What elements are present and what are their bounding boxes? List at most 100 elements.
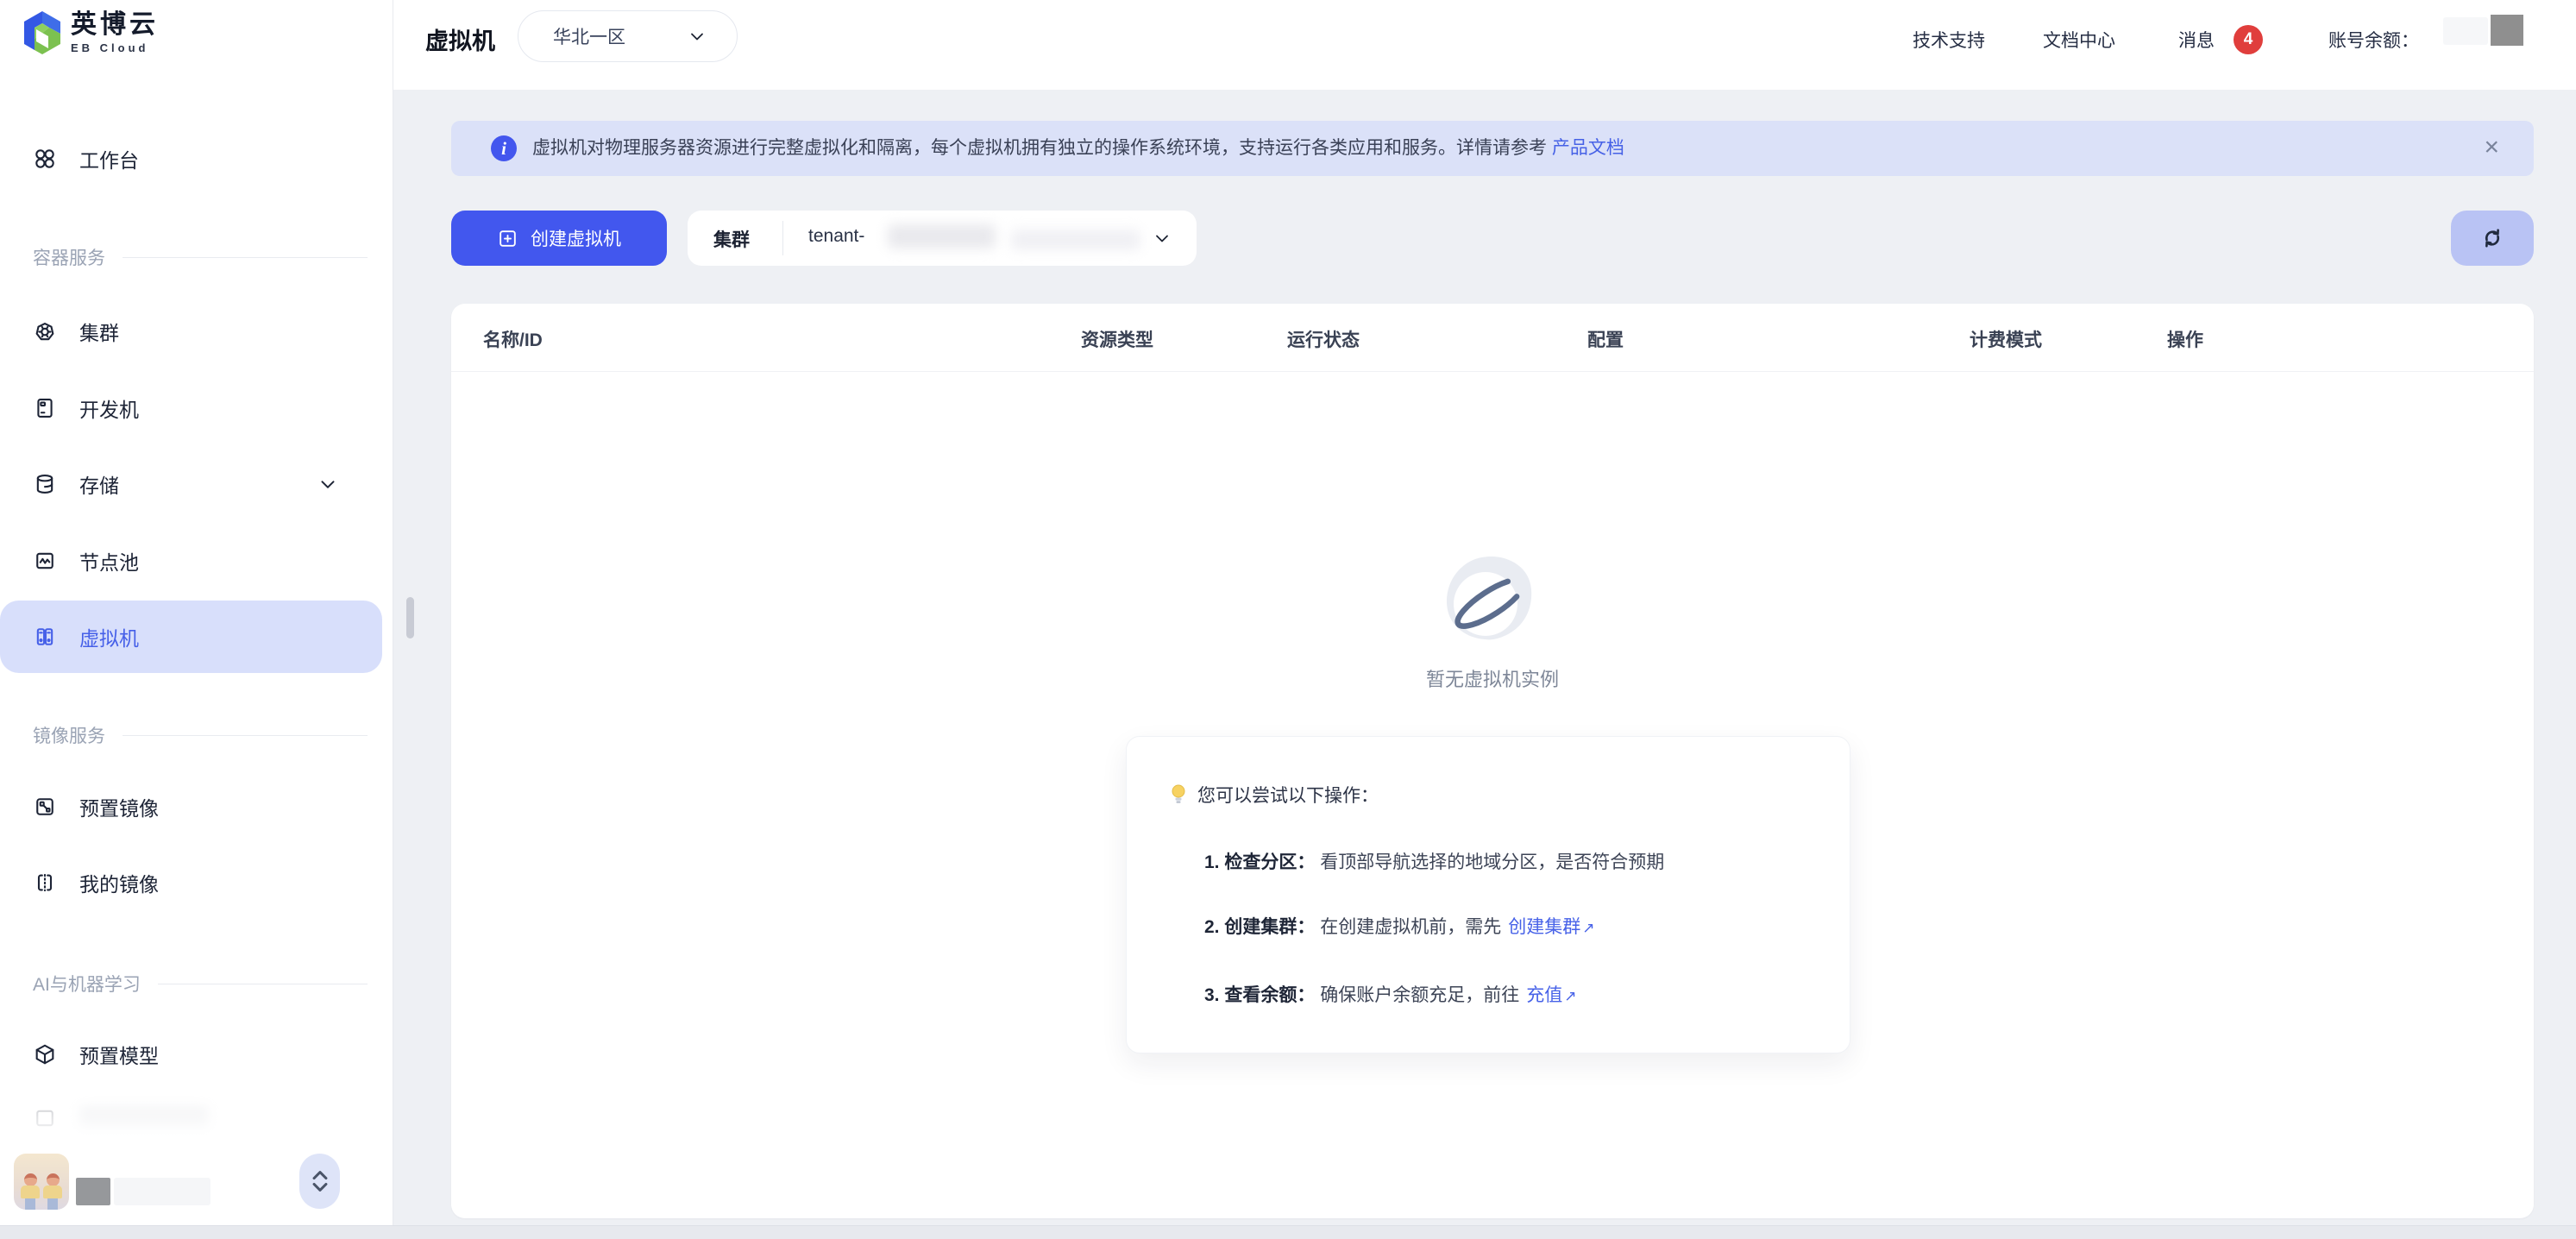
brand-logo[interactable]: 英博云 EB Cloud — [22, 10, 159, 57]
create-vm-label: 创建虚拟机 — [531, 225, 621, 251]
sidebar-item-label: 虚拟机 — [79, 622, 139, 651]
cluster-selector[interactable]: 集群 tenant- — [688, 211, 1197, 266]
chevron-down-icon[interactable] — [317, 473, 339, 495]
sidebar-item-label: 集群 — [79, 317, 119, 346]
brand-logo-icon — [22, 10, 62, 57]
sidebar-item-nodepool[interactable]: 节点池 — [0, 525, 393, 597]
nav-messages-link[interactable]: 消息 — [2178, 27, 2215, 53]
node-pool-icon — [33, 549, 57, 573]
col-header-name: 名称/ID — [483, 326, 543, 352]
brand-name: 英博云 — [71, 10, 159, 40]
tip-label: 查看余额： — [1224, 985, 1315, 1005]
balance-label: 账号余额： — [2328, 27, 2419, 53]
plus-square-icon — [497, 228, 518, 249]
kubernetes-icon — [33, 319, 57, 343]
brand-subtitle: EB Cloud — [71, 41, 159, 54]
tip-number: 1. — [1204, 852, 1220, 872]
sidebar-item-label: 预置镜像 — [79, 792, 159, 821]
create-vm-button[interactable]: 创建虚拟机 — [451, 211, 667, 266]
dev-machine-icon — [33, 396, 57, 420]
external-arrow-icon: ↗ — [1564, 988, 1576, 1004]
chevron-down-icon — [1152, 228, 1172, 248]
cluster-value-redacted — [1011, 230, 1140, 250]
avatar[interactable] — [14, 1154, 69, 1210]
region-selector[interactable]: 华北一区 — [518, 10, 738, 62]
sidebar-section-label: 镜像服务 — [33, 722, 105, 748]
virtual-machine-icon — [33, 625, 57, 649]
avatar-figure — [43, 1173, 62, 1210]
tip-label: 检查分区： — [1224, 852, 1315, 872]
page-title: 虚拟机 — [425, 22, 495, 56]
message-count-badge[interactable]: 4 — [2234, 25, 2263, 54]
model-cube-icon — [33, 1042, 57, 1066]
cluster-value-redacted — [888, 224, 996, 248]
balance-value-redacted-light — [2443, 17, 2488, 45]
region-selector-value: 华北一区 — [553, 23, 652, 49]
col-header-config: 配置 — [1587, 326, 1624, 352]
recharge-link[interactable]: 充值 — [1526, 985, 1562, 1005]
external-arrow-icon: ↗ — [1582, 920, 1594, 936]
nav-support-link[interactable]: 技术支持 — [1913, 27, 1985, 53]
table-header-divider — [451, 371, 2534, 372]
sidebar-section-label: AI与机器学习 — [33, 971, 141, 997]
workbench-grid-icon — [33, 147, 57, 171]
storage-database-icon — [33, 472, 57, 496]
tip-item-1: 1. 检查分区： 看顶部导航选择的地域分区，是否符合预期 — [1204, 848, 1664, 874]
sidebar-item-label: 工作台 — [79, 144, 139, 173]
sidebar-item-cluster[interactable]: 集群 — [0, 295, 393, 368]
topbar: 虚拟机 华北一区 技术支持 文档中心 消息 4 账号余额： — [393, 0, 2576, 90]
my-image-icon — [33, 871, 57, 895]
vm-table-card: 名称/ID 资源类型 运行状态 配置 计费模式 操作 暂无虚拟机实例 — [451, 304, 2534, 1218]
sidebar-item-vm-active[interactable]: 虚拟机 — [0, 601, 382, 673]
sidebar-item-preset-image[interactable]: 预置镜像 — [0, 770, 393, 843]
app-root: 英博云 EB Cloud 工作台 容器服务 集群 — [0, 0, 2576, 1239]
tips-card: 您可以尝试以下操作： 1. 检查分区： 看顶部导航选择的地域分区，是否符合预期 … — [1126, 736, 1850, 1053]
info-banner: i 虚拟机对物理服务器资源进行完整虚拟化和隔离，每个虚拟机拥有独立的操作系统环境… — [451, 121, 2534, 176]
sidebar-scrollbar-thumb[interactable] — [406, 597, 414, 638]
col-header-actions: 操作 — [2167, 326, 2203, 352]
sidebar-item-label: 存储 — [79, 469, 119, 499]
divider — [782, 221, 783, 255]
empty-state-message: 暂无虚拟机实例 — [451, 664, 2534, 692]
empty-state-icon — [1438, 550, 1542, 657]
banner-text: 虚拟机对物理服务器资源进行完整虚拟化和隔离，每个虚拟机拥有独立的操作系统环境，支… — [532, 121, 1624, 176]
banner-doc-link[interactable]: 产品文档 — [1552, 138, 1624, 158]
tip-number: 2. — [1204, 917, 1220, 937]
sidebar-item-devmachine[interactable]: 开发机 — [0, 372, 393, 444]
col-header-billing: 计费模式 — [1970, 326, 2042, 352]
refresh-icon — [2479, 225, 2505, 251]
sidebar-section-ai-ml: AI与机器学习 — [33, 971, 368, 997]
account-switcher-button[interactable] — [299, 1154, 340, 1209]
balance-value-redacted — [2491, 15, 2523, 46]
brand-text: 英博云 EB Cloud — [71, 10, 159, 54]
sidebar-item-my-image[interactable]: 我的镜像 — [0, 846, 393, 919]
create-cluster-link[interactable]: 创建集群 — [1508, 917, 1580, 937]
section-divider — [123, 735, 368, 736]
tips-title: 您可以尝试以下操作： — [1197, 782, 1379, 808]
sidebar-item-label: 开发机 — [79, 393, 139, 423]
tip-item-3: 3. 查看余额： 确保账户余额充足，前往充值↗ — [1204, 981, 1576, 1007]
banner-message: 虚拟机对物理服务器资源进行完整虚拟化和隔离，每个虚拟机拥有独立的操作系统环境，支… — [532, 138, 1552, 158]
sidebar-section-image-services: 镜像服务 — [33, 722, 368, 748]
username-redacted — [76, 1178, 110, 1205]
preset-image-icon — [33, 795, 57, 819]
chevron-up-down-icon — [309, 1168, 331, 1194]
sidebar-section-label: 容器服务 — [33, 244, 105, 270]
sidebar-section-container-services: 容器服务 — [33, 244, 368, 270]
username-redacted-light — [114, 1178, 210, 1205]
sidebar-item-label: 预置模型 — [79, 1040, 159, 1069]
section-divider — [123, 257, 368, 258]
chevron-down-icon — [687, 26, 707, 47]
refresh-button[interactable] — [2451, 211, 2534, 266]
window-bottom-strip — [0, 1225, 2576, 1239]
tip-text: 在创建虚拟机前，需先 — [1320, 917, 1501, 937]
sidebar-item-label: 节点池 — [79, 546, 139, 575]
nav-docs-link[interactable]: 文档中心 — [2043, 27, 2115, 53]
tip-number: 3. — [1204, 985, 1220, 1005]
tip-text: 确保账户余额充足，前往 — [1320, 985, 1519, 1005]
avatar-figure — [21, 1173, 40, 1210]
sidebar-item-storage[interactable]: 存储 — [0, 448, 393, 520]
close-icon[interactable]: × — [2477, 121, 2506, 174]
sidebar-item-workbench[interactable]: 工作台 — [0, 123, 393, 195]
col-header-status: 运行状态 — [1287, 326, 1360, 352]
